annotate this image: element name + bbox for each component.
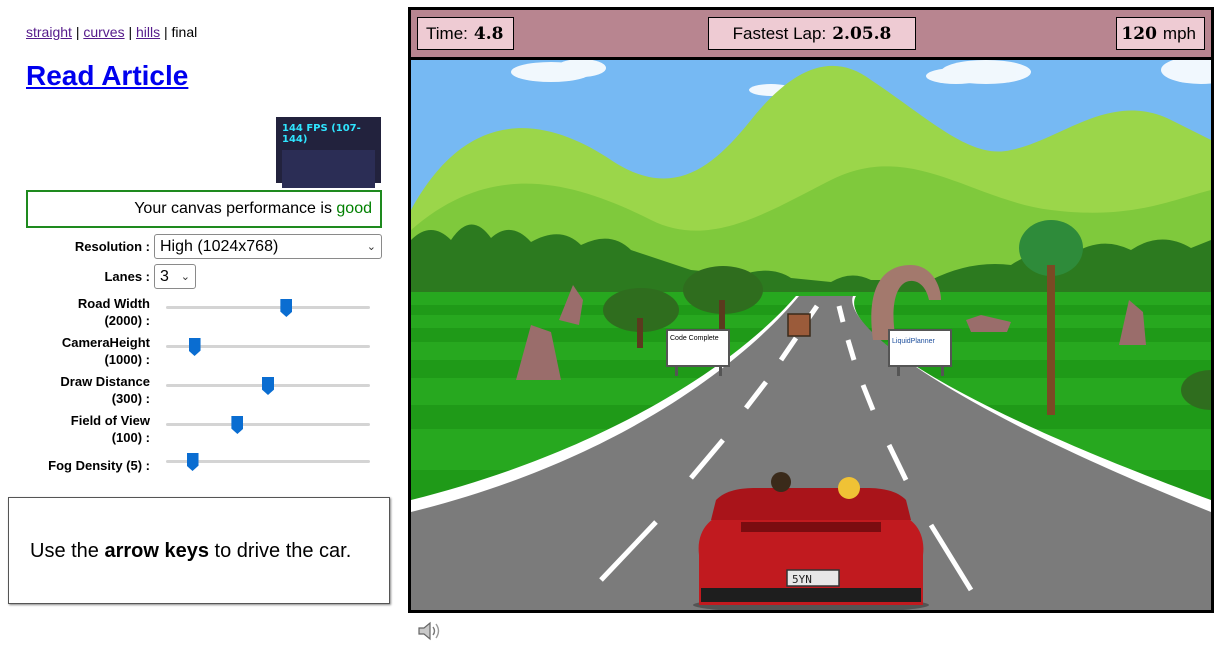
slider-thumb[interactable] [262, 377, 274, 395]
camera-height-label: CameraHeight (1000) : [0, 334, 150, 368]
performance-rating: good [336, 200, 372, 217]
nav-separator: | [128, 24, 133, 40]
slider-track [166, 423, 370, 426]
fog-density-label: Fog Density (5) : [48, 458, 150, 473]
hud: Time: 4.8 Fastest Lap: 2.05.8 120 mph [411, 10, 1211, 60]
license-plate: 5YN [792, 573, 812, 586]
resolution-select[interactable]: High (1024x768) ⌄ [154, 234, 382, 259]
draw-distance-label-line1: Draw Distance [60, 374, 150, 389]
chevron-down-icon: ⌄ [366, 241, 376, 253]
nav-link-straight[interactable]: straight [26, 24, 72, 40]
fog-density-slider[interactable] [166, 453, 370, 471]
road-width-label-line1: Road Width [77, 296, 150, 311]
hud-lap-label: Fastest Lap: [732, 23, 827, 43]
camera-height-label-line2: (1000) : [104, 352, 150, 367]
instructions-prefix: Use the [30, 540, 105, 562]
field-of-view-label-line1: Field of View [70, 413, 150, 428]
hud-speed: 120 mph [1116, 17, 1205, 50]
fps-graph [282, 150, 375, 188]
road-width-label: Road Width (2000) : [0, 295, 150, 329]
race-scene: Code Complete LiquidPlanner 5YN [411, 60, 1211, 610]
hud-time-value: 4.8 [473, 23, 504, 44]
resolution-value: High (1024x768) [160, 237, 279, 255]
instructions-suffix: to drive the car. [209, 540, 352, 562]
billboard-left-text: Code Complete [670, 335, 719, 342]
hud-time: Time: 4.8 [417, 17, 514, 50]
fps-meter: 144 FPS (107-144) [276, 117, 381, 188]
nav-separator: | [75, 24, 80, 40]
performance-status: Your canvas performance is good [26, 190, 382, 228]
camera-height-label-line1: CameraHeight [61, 335, 150, 350]
lanes-label: Lanes : [104, 269, 150, 284]
hud-speed-unit: mph [1162, 23, 1196, 43]
hud-speed-value: 120 [1121, 23, 1157, 44]
read-article-link[interactable]: Read Article [26, 60, 188, 92]
fps-text: 144 FPS (107-144) [282, 123, 361, 145]
draw-distance-label-line2: (300) : [111, 391, 150, 406]
slider-track [166, 306, 370, 309]
nav-link-curves[interactable]: curves [83, 24, 124, 40]
nav-link-hills[interactable]: hills [136, 24, 160, 40]
hud-lap-value: 2.05.8 [832, 23, 892, 44]
player-car [693, 472, 929, 610]
instructions-keys: arrow keys [104, 540, 209, 562]
camera-height-slider[interactable] [166, 338, 370, 356]
slider-thumb[interactable] [188, 338, 201, 356]
draw-distance-label: Draw Distance (300) : [0, 373, 150, 407]
chevron-down-icon: ⌄ [180, 271, 190, 283]
nav-separator: | [164, 24, 168, 40]
road-width-label-line2: (2000) : [104, 313, 150, 328]
field-of-view-label: Field of View (100) : [0, 412, 150, 446]
resolution-label: Resolution : [74, 239, 150, 254]
breadcrumb: straight | curves | hills | final [26, 24, 197, 40]
speaker-icon[interactable] [416, 619, 442, 643]
lanes-select[interactable]: 3 ⌄ [154, 264, 196, 289]
road-width-slider[interactable] [166, 299, 370, 317]
slider-thumb[interactable] [186, 453, 199, 471]
game-canvas[interactable]: Time: 4.8 Fastest Lap: 2.05.8 120 mph Co… [408, 7, 1214, 613]
hud-fastest-lap: Fastest Lap: 2.05.8 [708, 17, 916, 50]
nav-current: final [171, 24, 198, 40]
field-of-view-slider[interactable] [166, 416, 370, 434]
billboard-right-text: LiquidPlanner [892, 338, 935, 345]
field-of-view-label-line2: (100) : [111, 430, 150, 445]
opponent-truck [787, 313, 811, 337]
lanes-value: 3 [160, 267, 169, 285]
draw-distance-slider[interactable] [166, 377, 370, 395]
performance-prefix: Your canvas performance is [134, 200, 337, 217]
hud-time-label: Time: [426, 23, 468, 43]
instructions-panel: Use the arrow keys to drive the car. [8, 497, 390, 604]
slider-thumb[interactable] [231, 416, 244, 434]
slider-thumb[interactable] [280, 299, 293, 317]
